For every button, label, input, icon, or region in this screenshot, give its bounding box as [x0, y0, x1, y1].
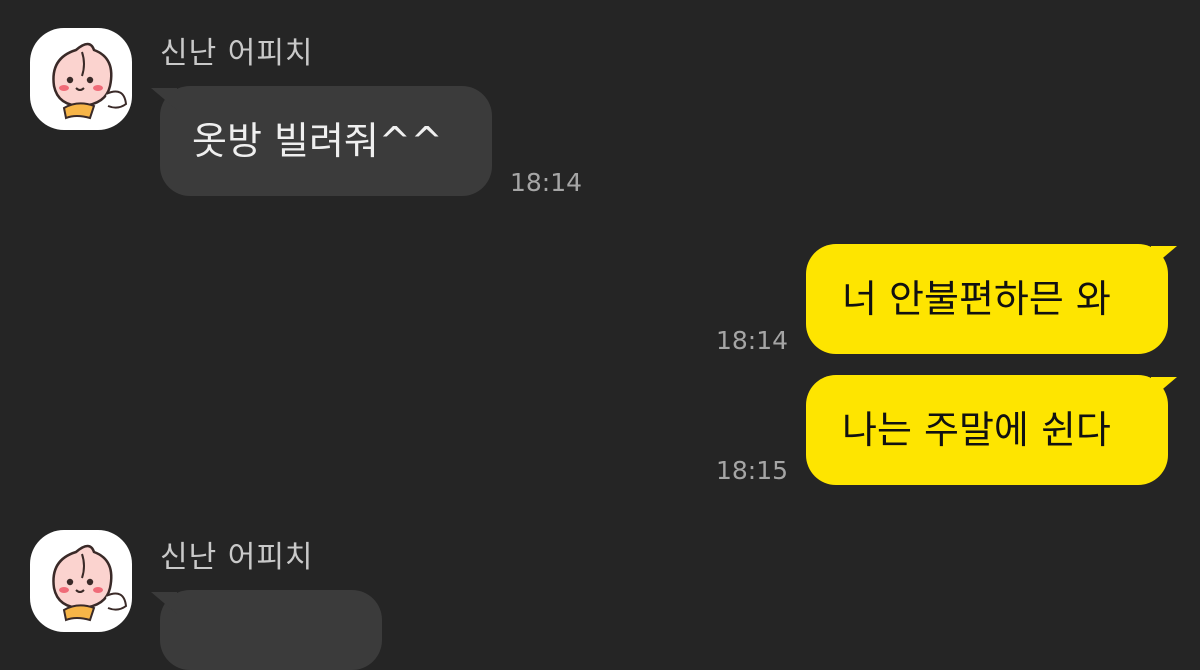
- message-timestamp: 18:14: [716, 326, 789, 355]
- incoming-message-bubble[interactable]: [160, 590, 382, 670]
- sender-name: 신난 어피치: [160, 540, 314, 575]
- message-timestamp: 18:15: [716, 456, 789, 485]
- apeach-avatar-icon[interactable]: [30, 530, 132, 632]
- outgoing-message-bubble[interactable]: 너 안불편하믄 와: [806, 244, 1168, 354]
- outgoing-message-bubble[interactable]: 나는 주말에 쉰다: [806, 375, 1168, 485]
- message-timestamp: 18:14: [510, 168, 583, 197]
- chat-area: 신난 어피치 옷방 빌려줘^^ 18:14 18:14 너 안불편하믄 와 18…: [0, 0, 1200, 670]
- apeach-avatar-icon[interactable]: [30, 28, 132, 130]
- incoming-message-bubble[interactable]: 옷방 빌려줘^^: [160, 86, 492, 196]
- sender-name: 신난 어피치: [160, 36, 314, 71]
